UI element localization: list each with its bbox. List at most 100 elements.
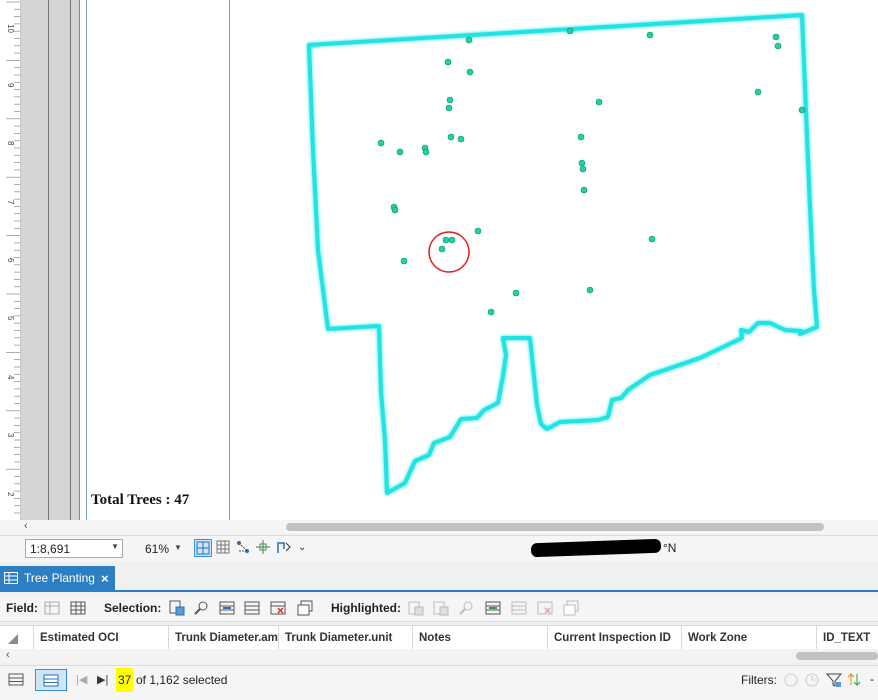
overflow-icon[interactable]: - — [870, 672, 874, 686]
tree-point[interactable] — [396, 148, 404, 156]
show-all-records-button[interactable] — [6, 669, 28, 691]
filter-icon — [825, 673, 843, 687]
highlight-select-icon[interactable] — [485, 600, 501, 616]
last-record-icon[interactable]: ▶| — [97, 673, 108, 686]
tree-point[interactable] — [772, 33, 780, 41]
column-header[interactable]: Estimated OCI — [34, 626, 169, 650]
tree-point[interactable] — [586, 286, 594, 294]
table-horizontal-scrollbar[interactable]: ‹ — [0, 649, 878, 663]
constraints-icon — [237, 541, 249, 553]
tree-point[interactable] — [774, 42, 782, 50]
clock-icon — [805, 673, 819, 687]
layout-view[interactable]: 2 3 4 5 6 7 8 9 10 Total Trees : 47 — [0, 0, 878, 520]
map-frame[interactable] — [0, 0, 878, 520]
tree-point[interactable] — [448, 236, 456, 244]
copy-selection-icon[interactable] — [297, 600, 313, 616]
filter-time-button[interactable] — [803, 669, 821, 691]
first-record-icon[interactable]: |◀ — [76, 673, 87, 686]
highlight-zoom-icon[interactable] — [459, 600, 475, 616]
tree-point[interactable] — [447, 133, 455, 141]
scale-select[interactable]: 1:8,691 ▼ — [25, 539, 123, 558]
tree-point[interactable] — [446, 96, 454, 104]
tree-point[interactable] — [579, 165, 587, 173]
scroll-left-icon[interactable]: ‹ — [24, 520, 28, 532]
tree-point[interactable] — [580, 186, 588, 194]
tree-point[interactable] — [798, 106, 806, 114]
tree-point[interactable] — [377, 139, 385, 147]
tree-point[interactable] — [577, 133, 585, 141]
layout-horizontal-scrollbar[interactable]: ‹ — [0, 520, 878, 534]
column-header[interactable]: ID_TEXT — [817, 626, 878, 650]
tree-point[interactable] — [466, 68, 474, 76]
chevron-down-icon[interactable]: ▼ — [111, 542, 119, 551]
redacted-coordinates — [530, 538, 662, 558]
filter-extent-button[interactable] — [782, 669, 800, 691]
zoom-value[interactable]: 61% — [145, 542, 169, 556]
tree-point[interactable] — [512, 289, 520, 297]
tree-point[interactable] — [438, 245, 446, 253]
tree-point[interactable] — [487, 308, 495, 316]
table-status-bar: |◀ ▶| 37 of 1,162 selected Filters: - — [0, 665, 878, 700]
filter-definition-button[interactable] — [825, 669, 843, 691]
column-header[interactable]: Work Zone — [682, 626, 817, 650]
table-all-icon — [8, 673, 24, 686]
grid-button[interactable] — [215, 539, 233, 557]
filter-extent-icon — [784, 673, 798, 687]
tree-point[interactable] — [754, 88, 762, 96]
sort-arrows-icon — [847, 672, 861, 687]
tree-point[interactable] — [445, 104, 453, 112]
tree-point[interactable] — [444, 58, 452, 66]
tree-point[interactable] — [646, 31, 654, 39]
tree-point[interactable] — [422, 148, 430, 156]
table-corner[interactable] — [0, 626, 34, 650]
constraints-button[interactable] — [235, 539, 253, 557]
close-icon[interactable]: × — [101, 571, 109, 586]
show-selected-records-button[interactable] — [35, 669, 67, 691]
tree-point[interactable] — [465, 36, 473, 44]
switch-selection-icon[interactable] — [219, 600, 235, 616]
tree-point[interactable] — [391, 206, 399, 214]
scrollbar-thumb[interactable] — [286, 523, 824, 531]
tree-point[interactable] — [595, 98, 603, 106]
tree-point[interactable] — [648, 235, 656, 243]
scale-value: 1:8,691 — [30, 542, 71, 556]
chevron-down-icon[interactable]: ▼ — [174, 543, 182, 552]
delete-selection-icon[interactable] — [270, 600, 286, 616]
add-field-icon[interactable] — [44, 600, 60, 616]
field-view-icon[interactable] — [70, 600, 86, 616]
filters-label: Filters: — [741, 673, 777, 687]
zoom-to-selection-icon[interactable] — [194, 600, 210, 616]
correction-button[interactable] — [276, 539, 294, 557]
highlight-clear-icon[interactable] — [511, 600, 527, 616]
highlight-delete-icon[interactable] — [537, 600, 553, 616]
clear-selection-icon[interactable] — [244, 600, 260, 616]
scroll-left-icon[interactable]: ‹ — [6, 649, 10, 661]
tree-point[interactable] — [578, 159, 586, 167]
column-header[interactable]: Trunk Diameter.unit — [279, 626, 413, 650]
map-status-bar: 1:8,691 ▼ 61% ▼ ⌄ °N — [0, 535, 878, 562]
selected-count: 37 — [116, 668, 134, 692]
highlight-switch-icon[interactable] — [433, 600, 449, 616]
highlight-copy-icon[interactable] — [563, 600, 579, 616]
chevron-down-icon[interactable]: ⌄ — [298, 542, 306, 553]
tab-label: Tree Planting — [24, 571, 95, 585]
grid-icon — [216, 540, 230, 554]
sort-button[interactable] — [847, 669, 861, 691]
column-header[interactable]: Trunk Diameter.amt — [169, 626, 279, 650]
select-by-attributes-icon[interactable] — [169, 600, 185, 616]
table-icon — [4, 572, 18, 584]
field-label: Field: — [6, 601, 38, 615]
tab-tree-planting[interactable]: Tree Planting × — [0, 566, 115, 590]
selected-boundary-polygon[interactable] — [307, 13, 819, 495]
tree-point[interactable] — [457, 135, 465, 143]
scrollbar-thumb[interactable] — [796, 652, 878, 660]
column-header[interactable]: Notes — [413, 626, 548, 650]
tree-point[interactable] — [566, 27, 574, 35]
column-header[interactable]: Current Inspection ID — [548, 626, 682, 650]
tree-point[interactable] — [474, 227, 482, 235]
highlight-toggle-icon[interactable] — [408, 600, 424, 616]
dynamic-constraints-button[interactable] — [255, 539, 273, 557]
tree-point[interactable] — [442, 236, 450, 244]
snapping-button[interactable] — [194, 539, 212, 557]
tree-point[interactable] — [400, 257, 408, 265]
